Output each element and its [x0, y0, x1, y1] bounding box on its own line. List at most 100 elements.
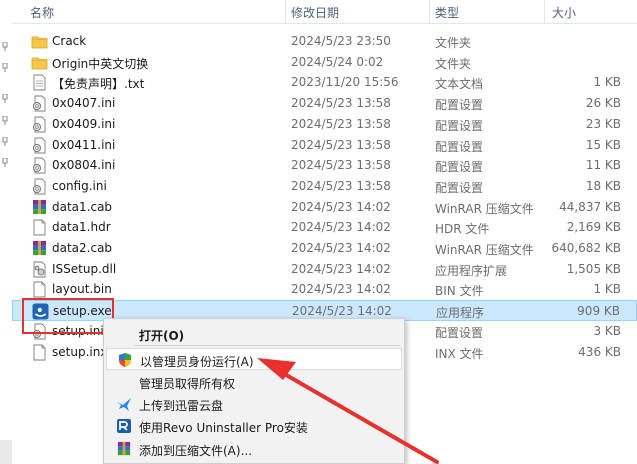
file-size: 2,169 KB — [566, 220, 621, 235]
context-menu-item-label: 添加到压缩文件(A)... — [139, 444, 253, 458]
config-file-icon — [31, 116, 48, 133]
context-menu-item[interactable]: 上传到迅雷云盘 — [106, 393, 402, 415]
file-name: setup.inx — [52, 344, 108, 359]
blank-file-icon — [31, 219, 48, 236]
context-menu-item[interactable]: 打开(O) — [106, 323, 402, 345]
file-modified-date: 2024/5/23 14:02 — [292, 304, 392, 319]
navigation-pane-footer — [0, 440, 12, 464]
file-name: data1.cab — [52, 199, 113, 214]
file-name: ISSetup.dll — [52, 261, 117, 276]
file-name: config.ini — [52, 178, 107, 193]
file-row[interactable]: data1.cab 2024/5/23 14:02 WinRAR 压缩文件 44,83… — [12, 197, 637, 218]
xunlei-bird-icon — [116, 396, 132, 412]
file-name: data2.cab — [52, 241, 113, 255]
blank-file-icon — [31, 281, 48, 298]
file-row[interactable]: data2.cab 2024/5/23 14:02 WinRAR 压缩文件 640,6… — [12, 238, 637, 259]
column-divider[interactable] — [285, 0, 286, 24]
file-row[interactable]: Origin中英文切换 2024/5/24 0:02 文件夹 — [12, 52, 637, 73]
file-modified-date: 2024/5/23 14:02 — [291, 282, 391, 297]
folder-icon — [31, 33, 48, 50]
context-menu-separator — [134, 345, 400, 346]
file-modified-date: 2024/5/23 13:58 — [291, 116, 391, 131]
column-header-bar: 名称 修改日期 类型 大小 — [12, 0, 637, 24]
context-menu-item-label: 打开(O) — [139, 329, 185, 343]
file-type: HDR 文件 — [435, 222, 490, 237]
file-size: 909 KB — [577, 304, 620, 319]
file-name: 0x0409.ini — [52, 116, 116, 131]
file-modified-date: 2024/5/23 14:02 — [291, 199, 391, 214]
file-size: 26 KB — [585, 96, 621, 111]
winrar-archive-icon — [31, 240, 48, 257]
file-row[interactable]: 0x0409.ini 2024/5/23 13:58 配置设置 23 KB — [12, 114, 637, 135]
file-size: 3 KB — [593, 323, 621, 338]
column-header-name[interactable]: 名称 — [30, 4, 54, 21]
pin-icon — [2, 137, 8, 146]
context-menu-item[interactable]: 以管理员身份运行(A) — [106, 348, 402, 370]
config-file-icon — [31, 157, 48, 174]
file-type: 配置设置 — [435, 98, 484, 113]
context-menu-item-label: 以管理员身份运行(A) — [140, 355, 254, 369]
file-size: 11 KB — [585, 158, 621, 173]
folder-icon — [31, 54, 48, 71]
file-size: 1,505 KB — [566, 261, 621, 276]
context-menu-item-label: 使用Revo Uninstaller Pro安装 — [139, 421, 308, 435]
context-menu-item-label: 管理员取得所有权 — [139, 377, 236, 391]
file-size: 1 KB — [593, 75, 621, 90]
file-size: 23 KB — [585, 116, 621, 131]
file-modified-date: 2024/5/23 14:02 — [291, 241, 391, 255]
file-size: 436 KB — [578, 344, 621, 359]
blank-file-icon — [31, 344, 48, 361]
context-menu: 打开(O) 以管理员身份运行(A) 管理员取得所有权上传到迅雷云盘使用Revo Un… — [103, 318, 405, 464]
file-type: 文本文档 — [435, 77, 484, 92]
file-row[interactable]: Crack 2024/5/23 23:50 文件夹 — [12, 31, 637, 52]
file-modified-date: 2024/5/23 14:02 — [291, 261, 391, 276]
navigation-pane-edge — [0, 0, 12, 464]
file-modified-date: 2023/11/20 15:56 — [291, 75, 399, 90]
file-type: 配置设置 — [435, 139, 484, 154]
file-size: 1 KB — [593, 282, 621, 297]
column-divider[interactable] — [429, 0, 430, 24]
file-type: 应用程序扩展 — [435, 263, 508, 278]
file-modified-date: 2024/5/23 13:58 — [291, 178, 391, 193]
file-row[interactable]: 0x0804.ini 2024/5/23 13:58 配置设置 11 KB — [12, 155, 637, 176]
context-menu-item[interactable]: 管理员取得所有权 — [106, 371, 402, 393]
file-modified-date: 2024/5/23 23:50 — [291, 34, 391, 48]
file-modified-date: 2024/5/23 13:58 — [291, 96, 391, 111]
pin-icon — [2, 158, 8, 167]
pin-icon — [2, 94, 8, 103]
file-type: 应用程序 — [436, 306, 485, 321]
file-row[interactable]: 0x0411.ini 2024/5/23 13:58 配置设置 15 KB — [12, 135, 637, 156]
file-modified-date: 2024/5/23 14:02 — [291, 220, 391, 235]
file-name: 0x0804.ini — [52, 158, 116, 173]
file-size: 15 KB — [585, 137, 621, 152]
file-size: 18 KB — [585, 178, 621, 193]
context-menu-item[interactable]: 使用Revo Uninstaller Pro安装 — [106, 415, 402, 437]
file-row[interactable]: ISSetup.dll 2024/5/23 14:02 应用程序扩展 1,505 KB — [12, 259, 637, 280]
context-menu-item[interactable]: 添加到压缩文件(A)... — [106, 438, 402, 460]
file-row[interactable]: 【免责声明】.txt 2023/11/20 15:56 文本文档 1 KB — [12, 72, 637, 93]
file-size: 640,682 KB — [551, 241, 621, 255]
column-header-type[interactable]: 类型 — [435, 4, 459, 21]
file-type: WinRAR 压缩文件 — [435, 243, 534, 257]
file-type: 文件夹 — [435, 36, 472, 50]
file-row[interactable]: config.ini 2024/5/23 13:58 配置设置 18 KB — [12, 176, 637, 197]
file-row[interactable]: 0x0407.ini 2024/5/23 13:58 配置设置 26 KB — [12, 93, 637, 114]
column-divider[interactable] — [544, 0, 545, 24]
uac-shield-icon — [117, 352, 133, 368]
file-name: Origin中英文切换 — [52, 56, 149, 71]
file-name: 0x0411.ini — [52, 137, 116, 152]
pin-icon — [2, 116, 8, 125]
file-name: data1.hdr — [52, 220, 111, 235]
file-name: 0x0407.ini — [52, 96, 116, 111]
config-file-icon — [31, 137, 48, 154]
file-row[interactable]: data1.hdr 2024/5/23 14:02 HDR 文件 2,169 KB — [12, 217, 637, 238]
column-header-date[interactable]: 修改日期 — [291, 4, 339, 21]
column-header-size[interactable]: 大小 — [552, 4, 576, 21]
revo-uninstaller-icon — [116, 418, 132, 434]
file-type: 文件夹 — [435, 56, 472, 71]
file-name: Crack — [52, 34, 87, 48]
dll-file-icon — [31, 261, 48, 278]
text-file-icon — [31, 74, 48, 91]
file-name: layout.bin — [52, 282, 112, 297]
pin-icon — [2, 63, 8, 72]
